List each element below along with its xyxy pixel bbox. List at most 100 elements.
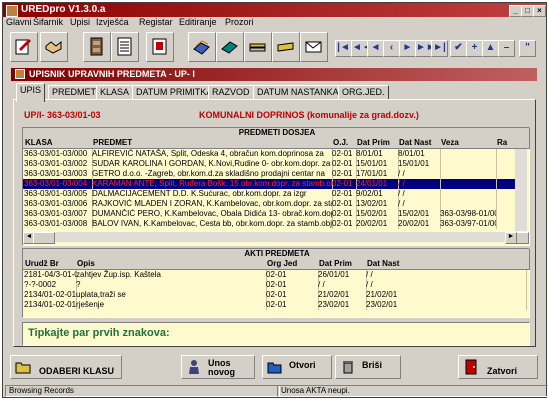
table-cell: 15/01/01 — [355, 159, 399, 169]
first-record-button[interactable]: |◄ — [335, 40, 352, 57]
toolbar: |◄ ◄◄ ◄ ‹ ► ►► ►| ✔ + ▲ – " — [3, 30, 546, 64]
tab-upis[interactable]: UPIS — [16, 83, 46, 102]
odaberi-klasu-button[interactable]: ODABERI KLASU — [10, 355, 122, 379]
form-icon[interactable] — [111, 32, 139, 62]
menu-upisi[interactable]: Upisi — [70, 17, 90, 27]
table-row[interactable]: 363-03/01-03/008 BALOV IVAN, K.Kambelovac… — [23, 219, 517, 229]
table-cell — [495, 219, 517, 229]
table-cell — [439, 199, 497, 209]
table-cell: 15/02/01 — [397, 209, 441, 219]
akti-rows: 2181-04/3-01-0001zahtjev Žup.isp. Kaštel… — [23, 270, 527, 314]
next-record-button[interactable]: ► — [399, 40, 416, 57]
table-cell: 17/01/01 — [355, 169, 399, 179]
stack-icon[interactable] — [244, 32, 272, 62]
open-folder-icon — [267, 362, 282, 374]
table-cell: KARAMAN ANTE, Split, Ruđera Bošk. 15 obr… — [92, 179, 333, 189]
table-cell — [495, 169, 517, 179]
table-cell: 15/01/01 — [397, 159, 441, 169]
zatvori-button[interactable]: Zatvori — [458, 355, 538, 379]
remove-record-button[interactable]: – — [498, 40, 515, 57]
table-row[interactable]: 363-03/01-03/004 KARAMAN ANTE, Split, Ruđ… — [23, 179, 517, 189]
col-dat-prim[interactable]: Dat Prim — [355, 138, 400, 149]
odaberi-klasu-label: ODABERI KLASU — [39, 366, 115, 376]
col-urudz-br[interactable]: Urudž Br — [23, 259, 78, 270]
table-row[interactable]: 363-03/01-03/007 DUMANČIĆ PERO, K.Kambelo… — [23, 209, 517, 219]
col-org-jed[interactable]: Org Jed — [265, 259, 320, 270]
help-button[interactable]: " — [519, 40, 536, 57]
col-veza[interactable]: Veza — [439, 138, 498, 149]
col-klasa[interactable]: KLASA — [23, 138, 94, 149]
table-cell: 23/02/01 — [317, 300, 367, 310]
predmeti-vscrollbar[interactable] — [515, 149, 527, 231]
close-button[interactable]: × — [533, 5, 546, 17]
table-cell: 363-03/01-03/003 — [23, 169, 93, 179]
table-cell — [495, 189, 517, 199]
delete-record-button[interactable]: ▲ — [482, 40, 499, 57]
table-cell — [495, 179, 517, 189]
menu-prozori[interactable]: Prozori — [225, 17, 254, 27]
table-cell: 23/02/01 — [365, 300, 527, 310]
scanner-icon[interactable] — [272, 32, 300, 62]
menu-izvjesca[interactable]: Izvješća — [96, 17, 129, 27]
book-icon[interactable] — [216, 32, 244, 62]
envelope-icon[interactable] — [300, 32, 328, 62]
add-record-button[interactable]: + — [466, 40, 483, 57]
app-title: UREDpro V1.3.0.a — [21, 4, 106, 15]
col-opis[interactable]: Opis — [75, 259, 268, 270]
col-predmet[interactable]: PREDMET — [91, 138, 334, 149]
table-row[interactable]: 363-03/01-03/000 ALFIREVIĆ NATAŠA, Split,… — [23, 149, 517, 159]
search-hint: Tipkajte par prvih znakova: — [28, 327, 170, 339]
table-cell — [439, 169, 497, 179]
table-cell: 2181-04/3-01-0001 — [23, 270, 77, 280]
table-row[interactable]: 2181-04/3-01-0001zahtjev Žup.isp. Kaštel… — [23, 270, 527, 280]
table-cell: / / — [397, 179, 441, 189]
confirm-button[interactable]: ✔ — [450, 40, 467, 57]
table-cell: 24/01/01 — [355, 179, 399, 189]
prev-record-button[interactable]: ◄ — [367, 40, 384, 57]
unos-novog-button[interactable]: Unos novog — [181, 355, 255, 379]
table-row[interactable]: 363-03/01-03/005 DALMACIJACEMENT D.D. K.S… — [23, 189, 517, 199]
table-cell: 02-01 — [331, 199, 357, 209]
table-cell: 02-01 — [331, 149, 357, 159]
table-cell: 02-01 — [331, 189, 357, 199]
printer-doc-icon[interactable] — [146, 32, 174, 62]
cabinet-icon[interactable] — [83, 32, 111, 62]
col-akti-dat-nast[interactable]: Dat Nast — [365, 259, 530, 270]
otvori-button[interactable]: Otvori — [262, 355, 332, 379]
table-row[interactable]: 363-03/01-03/003 GETRO d.o.o. -Zagreb, ob… — [23, 169, 517, 179]
menu-sifarnik[interactable]: Šifarnik — [33, 17, 63, 27]
handshake-icon[interactable] — [40, 32, 68, 62]
edit-doc-icon[interactable] — [10, 32, 38, 62]
menu-editiranje[interactable]: Editiranje — [179, 17, 217, 27]
folders-icon[interactable] — [188, 32, 216, 62]
col-akti-dat-prim[interactable]: Dat Prim — [317, 259, 368, 270]
next-page-button[interactable]: ►► — [415, 40, 436, 57]
col-dat-nast[interactable]: Dat Nast — [397, 138, 442, 149]
scroll-thumb[interactable] — [33, 232, 55, 244]
table-row[interactable]: 2134/01-02-01-01-0uplata,traži se02-0121… — [23, 290, 527, 300]
table-row[interactable]: 363-03/01-03/002 SUDAR KAROLINA I GORDAN,… — [23, 159, 517, 169]
table-cell: 20/02/01 — [397, 219, 441, 229]
last-record-button[interactable]: ►| — [431, 40, 448, 57]
table-cell: 02-01 — [331, 169, 357, 179]
predmeti-hscrollbar[interactable] — [23, 232, 515, 242]
table-row[interactable]: 363-03/01-03/006 RAJKOVIĆ MLADEN I ZORAN,… — [23, 199, 517, 209]
table-cell: 02-01 — [265, 300, 319, 310]
menu-glavni[interactable]: Glavni — [6, 17, 32, 27]
table-cell: 13/02/01 — [355, 199, 399, 209]
zatvori-label: Zatvori — [487, 366, 518, 376]
table-cell: 21/02/01 — [317, 290, 367, 300]
window-title: UPISNIK UPRAVNIH PREDMETA - UP- I — [29, 69, 195, 79]
table-cell: 9/02/01 — [355, 189, 399, 199]
table-cell: 8/01/01 — [355, 149, 399, 159]
menu-registar[interactable]: Registar — [139, 17, 173, 27]
table-row[interactable]: ?-?-0002? 02-01/ / / / — [23, 280, 527, 290]
brisi-button[interactable]: Briši — [335, 355, 401, 379]
scroll-right-arrow-icon[interactable]: ► — [505, 232, 517, 244]
window-icon — [15, 69, 25, 79]
upis-panel: UP/I- 363-03/01-03 KOMUNALNI DOPRINOS (k… — [13, 99, 536, 347]
prev-page-button[interactable]: ◄◄ — [351, 40, 372, 57]
col-oj[interactable]: O.J. — [331, 138, 358, 149]
table-row[interactable]: 2134/01-02-01-01-0rješenje02-0123/02/012… — [23, 300, 527, 310]
step-back-button[interactable]: ‹ — [383, 40, 400, 57]
